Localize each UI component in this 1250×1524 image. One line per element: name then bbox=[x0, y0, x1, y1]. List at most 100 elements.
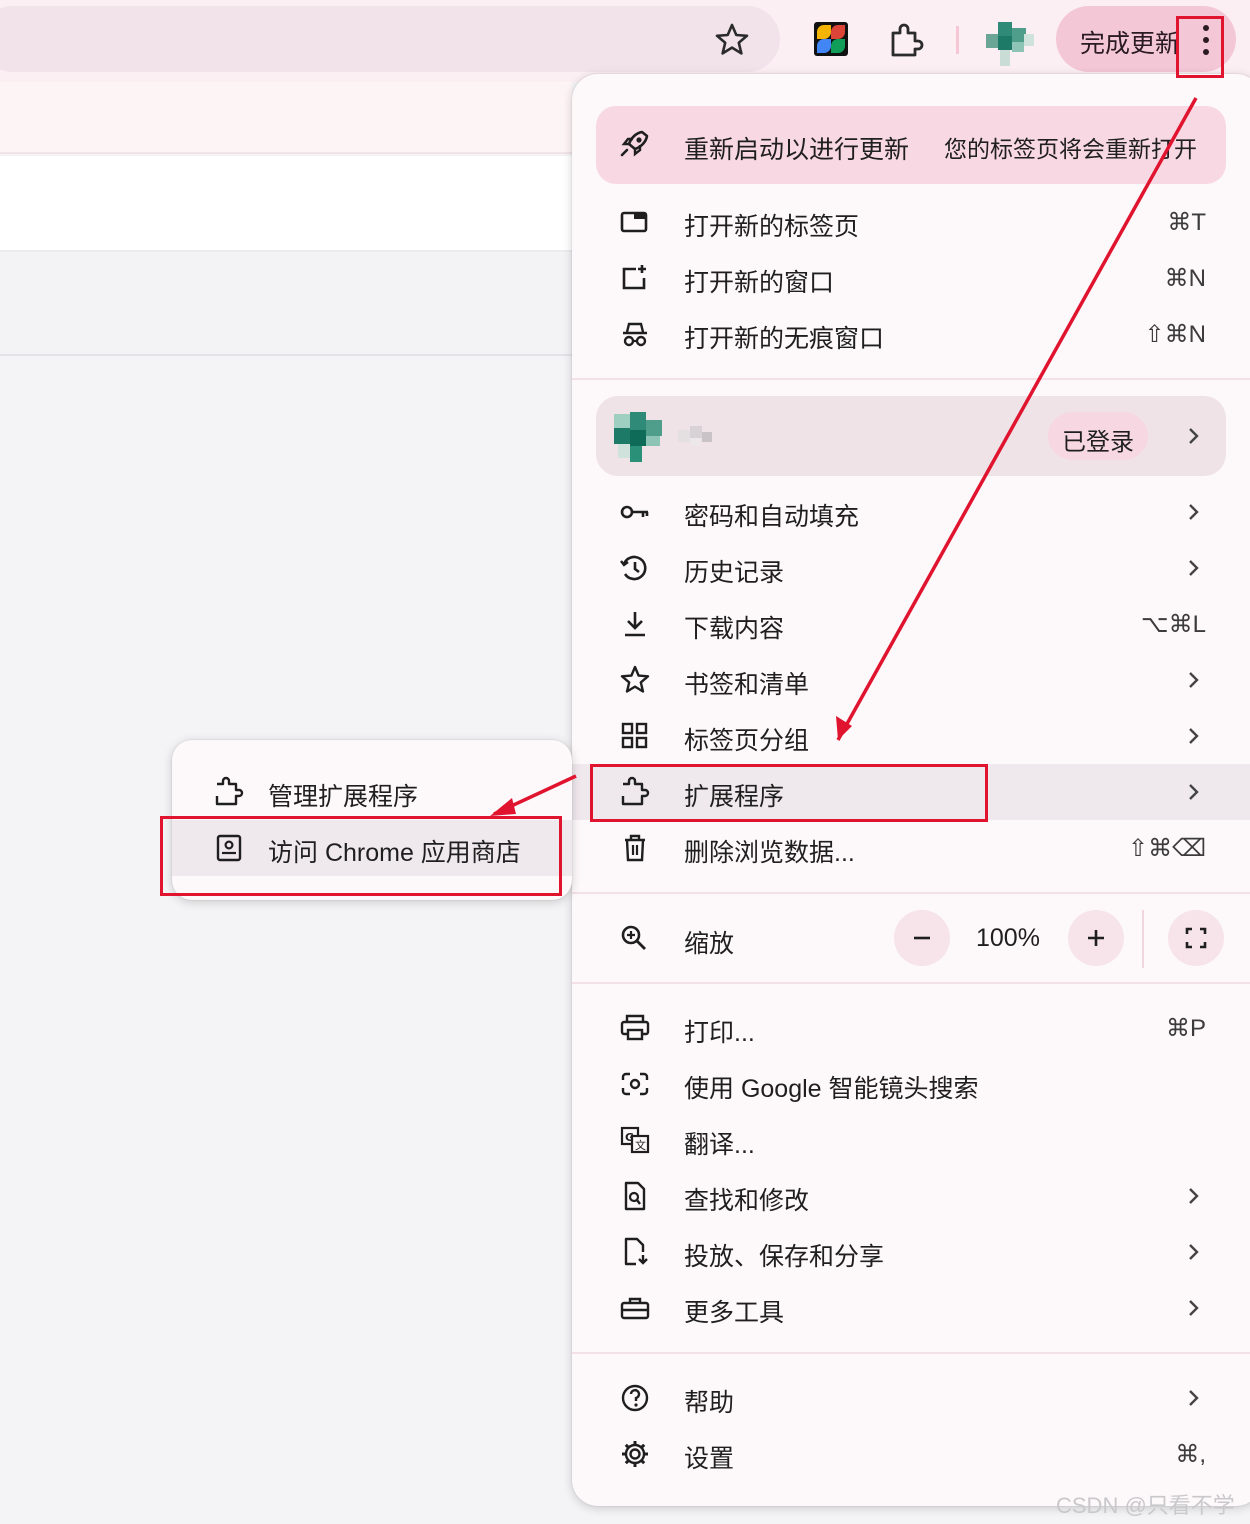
chevron-right-icon bbox=[1189, 428, 1199, 444]
restart-label: 重新启动以进行更新 bbox=[684, 136, 910, 164]
extension-colorful-icon[interactable] bbox=[814, 22, 848, 56]
menu-item-label: 更多工具 bbox=[684, 1299, 785, 1327]
extensions-puzzle-icon[interactable] bbox=[884, 20, 926, 62]
rocket-icon bbox=[620, 130, 649, 157]
help-icon bbox=[621, 1384, 649, 1412]
menu-item-settings[interactable]: 设置 ⌘, bbox=[572, 1426, 1250, 1482]
menu-item-find-edit[interactable]: 查找和修改 bbox=[572, 1168, 1250, 1224]
menu-divider bbox=[572, 892, 1250, 894]
menu-item-label: 书签和清单 bbox=[684, 671, 810, 699]
puzzle-icon bbox=[215, 776, 244, 806]
zoom-separator bbox=[1142, 910, 1144, 968]
submenu-item-label: 管理扩展程序 bbox=[268, 783, 419, 811]
restart-sublabel: 您的标签页将会重新打开 bbox=[944, 136, 1197, 162]
restart-to-update-item[interactable]: 重新启动以进行更新 您的标签页将会重新打开 bbox=[596, 106, 1226, 184]
fullscreen-icon bbox=[1185, 927, 1207, 949]
submenu-item-manage-extensions[interactable]: 管理扩展程序 bbox=[172, 764, 572, 820]
trash-icon bbox=[625, 834, 645, 862]
menu-item-label: 下载内容 bbox=[684, 615, 785, 643]
menu-item-label: 投放、保存和分享 bbox=[684, 1243, 885, 1271]
profile-name-redacted bbox=[678, 426, 712, 446]
annotation-box-extensions bbox=[590, 764, 988, 822]
address-bar[interactable] bbox=[0, 6, 780, 72]
chevron-right-icon bbox=[1189, 1244, 1199, 1260]
menu-item-label: 删除浏览数据... bbox=[684, 839, 855, 867]
menu-item-clear-browsing-data[interactable]: 删除浏览数据... ⇧⌘⌫ bbox=[572, 820, 1250, 876]
download-icon bbox=[625, 612, 645, 637]
lens-icon bbox=[621, 1072, 649, 1096]
menu-item-help[interactable]: 帮助 bbox=[572, 1370, 1250, 1426]
shortcut-label: ⌘P bbox=[1165, 1015, 1206, 1042]
toolbar-separator bbox=[956, 26, 959, 54]
zoom-label: 缩放 bbox=[684, 930, 735, 958]
menu-item-new-tab[interactable]: 打开新的标签页 ⌘T bbox=[572, 194, 1250, 250]
gear-icon bbox=[622, 1441, 648, 1467]
update-button-label: 完成更新 bbox=[1080, 30, 1181, 58]
menu-item-label: 打开新的无痕窗口 bbox=[684, 325, 885, 353]
menu-item-translate[interactable]: G文 翻译... bbox=[572, 1112, 1250, 1168]
zoom-out-button[interactable] bbox=[894, 910, 950, 966]
watermark: CSDN @只看不学 bbox=[1056, 1493, 1235, 1518]
chevron-right-icon bbox=[1189, 1390, 1199, 1406]
zoom-in-button[interactable] bbox=[1068, 910, 1124, 966]
translate-icon: G文 bbox=[620, 1126, 650, 1154]
menu-item-more-tools[interactable]: 更多工具 bbox=[572, 1280, 1250, 1336]
new-window-icon bbox=[622, 265, 646, 290]
key-icon bbox=[620, 505, 649, 519]
menu-item-google-lens[interactable]: 使用 Google 智能镜头搜索 bbox=[572, 1056, 1250, 1112]
annotation-box-more-menu bbox=[1176, 16, 1224, 78]
shortcut-label: ⇧⌘N bbox=[1144, 321, 1206, 348]
print-icon bbox=[620, 1014, 650, 1041]
cast-icon bbox=[624, 1237, 648, 1266]
grid-icon bbox=[621, 722, 648, 749]
annotation-box-web-store bbox=[160, 816, 562, 896]
menu-item-label: 标签页分组 bbox=[684, 727, 810, 755]
menu-divider bbox=[572, 982, 1250, 984]
menu-item-label: 打印... bbox=[684, 1019, 755, 1047]
menu-item-history[interactable]: 历史记录 bbox=[572, 540, 1250, 596]
menu-item-label: 查找和修改 bbox=[684, 1187, 810, 1215]
chevron-right-icon bbox=[1189, 1188, 1199, 1204]
shortcut-label: ⌘N bbox=[1164, 265, 1206, 292]
zoom-level: 100% bbox=[976, 924, 1040, 952]
page-subheader-area bbox=[0, 254, 572, 356]
menu-item-passwords[interactable]: 密码和自动填充 bbox=[572, 484, 1250, 540]
profile-item[interactable]: 已登录 bbox=[596, 396, 1226, 476]
chevron-right-icon bbox=[1189, 728, 1199, 744]
zoom-row: 缩放 100% bbox=[572, 904, 1250, 974]
avatar bbox=[614, 412, 662, 462]
menu-item-print[interactable]: 打印... ⌘P bbox=[572, 1000, 1250, 1056]
history-icon bbox=[620, 555, 647, 581]
signed-in-label: 已登录 bbox=[1062, 429, 1134, 456]
shortcut-label: ⌥⌘L bbox=[1140, 611, 1206, 638]
shortcut-label: ⌘T bbox=[1167, 209, 1206, 236]
incognito-icon bbox=[623, 322, 647, 347]
menu-item-tab-groups[interactable]: 标签页分组 bbox=[572, 708, 1250, 764]
profile-avatar[interactable] bbox=[986, 18, 1036, 74]
page-header-area bbox=[0, 156, 572, 252]
menu-item-new-window[interactable]: 打开新的窗口 ⌘N bbox=[572, 250, 1250, 306]
menu-divider bbox=[572, 378, 1250, 380]
shortcut-label: ⇧⌘⌫ bbox=[1127, 835, 1206, 862]
toolbox-icon bbox=[620, 1297, 650, 1320]
menu-item-label: 打开新的窗口 bbox=[684, 269, 835, 297]
menu-item-cast-save-share[interactable]: 投放、保存和分享 bbox=[572, 1224, 1250, 1280]
menu-item-new-incognito[interactable]: 打开新的无痕窗口 ⇧⌘N bbox=[572, 306, 1250, 362]
menu-item-bookmarks[interactable]: 书签和清单 bbox=[572, 652, 1250, 708]
shortcut-label: ⌘, bbox=[1175, 1441, 1206, 1468]
star-icon bbox=[620, 665, 650, 693]
menu-item-label: 帮助 bbox=[684, 1389, 735, 1417]
menu-item-label: 历史记录 bbox=[684, 559, 785, 587]
minus-icon bbox=[914, 936, 930, 940]
zoom-icon bbox=[621, 925, 646, 950]
bookmark-star-icon[interactable] bbox=[712, 20, 752, 60]
find-icon bbox=[624, 1181, 646, 1211]
new-tab-icon bbox=[620, 211, 648, 233]
menu-item-downloads[interactable]: 下载内容 ⌥⌘L bbox=[572, 596, 1250, 652]
chevron-right-icon bbox=[1189, 560, 1199, 576]
svg-text:文: 文 bbox=[635, 1138, 646, 1152]
bookmarks-bar bbox=[0, 82, 572, 154]
menu-item-label: 使用 Google 智能镜头搜索 bbox=[684, 1075, 979, 1103]
chevron-right-icon bbox=[1189, 672, 1199, 688]
fullscreen-button[interactable] bbox=[1168, 910, 1224, 966]
